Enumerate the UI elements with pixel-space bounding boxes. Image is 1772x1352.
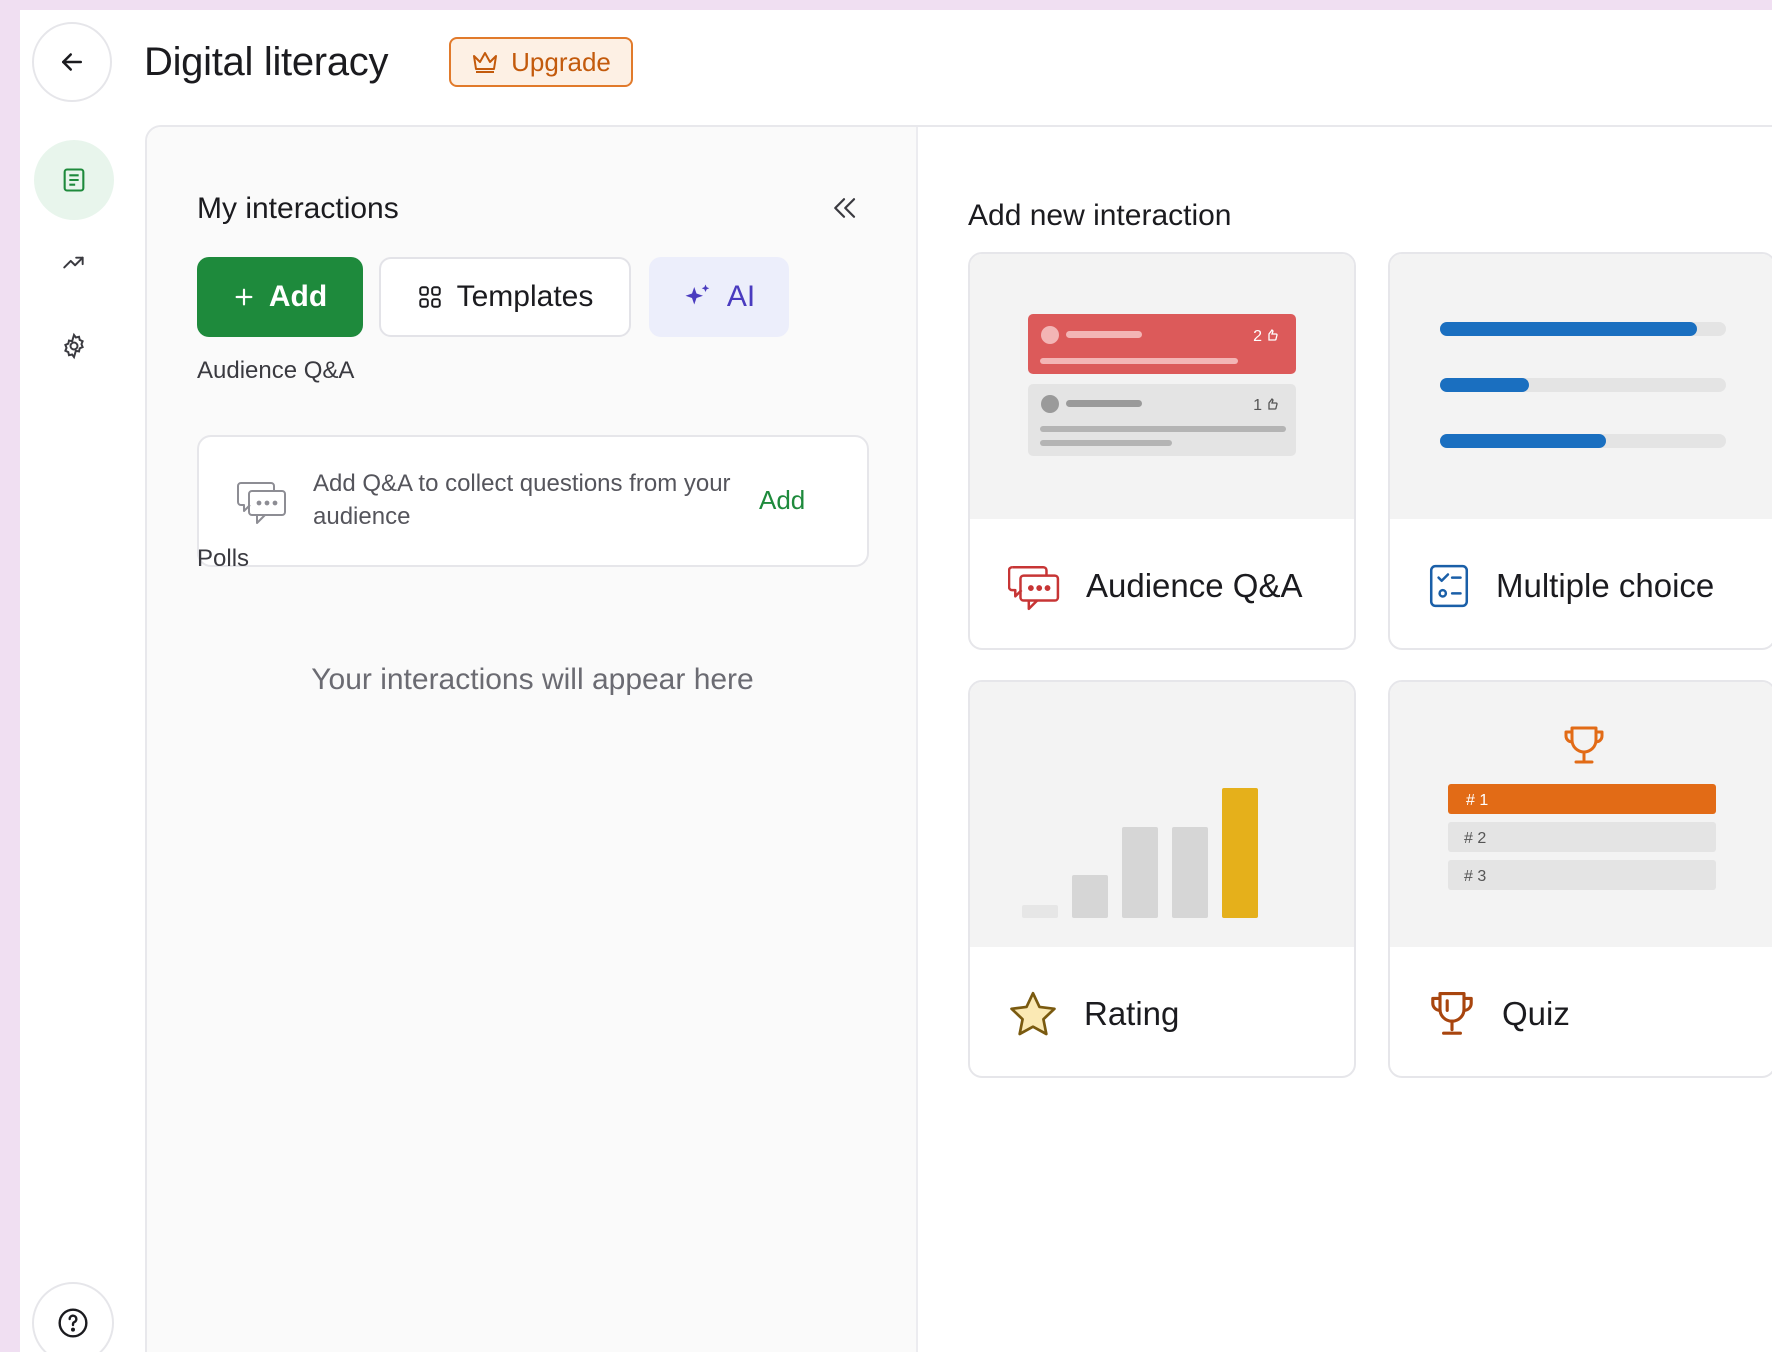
- templates-button[interactable]: Templates: [379, 257, 631, 337]
- sparkle-icon: [685, 284, 710, 305]
- star-icon: [1010, 991, 1056, 1035]
- quiz-rank-3: # 3: [1464, 868, 1486, 885]
- quiz-preview: # 1 # 2 # 3: [1390, 682, 1772, 947]
- app-window: Digital literacy Upgrade My interactions…: [20, 10, 1772, 1352]
- section-label-polls: Polls: [197, 545, 250, 572]
- qa-card-text: Add Q&A to collect questions from your a…: [313, 470, 731, 530]
- empty-state-text: Your interactions will appear here: [311, 663, 754, 696]
- question-icon: [58, 1308, 88, 1338]
- type-card-footer: Audience Q&A: [970, 519, 1354, 648]
- ai-button[interactable]: AI: [649, 257, 789, 337]
- type-card-quiz[interactable]: # 1 # 2 # 3 Quiz: [1388, 680, 1772, 1078]
- quiz-preview-graphic: # 1 # 2 # 3: [1448, 726, 1716, 890]
- mc-bar: [1440, 378, 1529, 392]
- rating-bar: [1022, 905, 1058, 918]
- content-icon: [63, 168, 85, 192]
- quiz-rank-1: # 1: [1466, 792, 1488, 809]
- type-card-rating[interactable]: Rating: [968, 680, 1356, 1078]
- qa-add-card: Add Q&A to collect questions from your a…: [197, 435, 869, 567]
- editor-frame: My interactions Add Templates AI Audienc…: [145, 125, 1772, 1352]
- type-card-footer: Quiz: [1390, 947, 1772, 1076]
- qa-vote-count-2: 1: [1253, 397, 1262, 414]
- arrow-left-icon: [62, 53, 82, 71]
- add-label: Add: [268, 280, 328, 313]
- type-card-multiple-choice[interactable]: Multiple choice: [1388, 252, 1772, 650]
- back-button[interactable]: [32, 22, 112, 102]
- type-label: Multiple choice: [1496, 566, 1715, 604]
- type-label: Quiz: [1502, 994, 1570, 1032]
- upgrade-button[interactable]: Upgrade: [449, 37, 633, 87]
- chevrons-left-icon: [834, 198, 856, 218]
- trophy-icon: [1564, 726, 1604, 764]
- qa-preview-graphic: 2 1: [1028, 314, 1296, 456]
- mc-bar: [1440, 434, 1606, 448]
- gear-icon: [64, 332, 84, 360]
- plus-icon: [235, 288, 253, 306]
- add-new-title: Add new interaction: [968, 199, 1232, 232]
- rating-bar: [1122, 827, 1158, 918]
- crown-icon: [473, 52, 498, 73]
- rating-bar: [1172, 827, 1208, 918]
- rating-bar: [1222, 788, 1258, 918]
- chat-bubble-icon: [237, 477, 287, 530]
- trophy-icon: [1431, 991, 1473, 1035]
- rail-item-results[interactable]: [34, 222, 114, 302]
- multiple-choice-preview-graphic: [1440, 322, 1726, 448]
- collapse-panel-button[interactable]: [819, 183, 869, 233]
- rating-preview-graphic: [1022, 788, 1258, 918]
- rail-item-content[interactable]: [34, 140, 114, 220]
- type-label: Rating: [1084, 994, 1180, 1032]
- type-card-audience-qa[interactable]: 2 1 Audience Q&A: [968, 252, 1356, 650]
- add-interaction-button[interactable]: Add: [197, 257, 363, 337]
- help-button[interactable]: [32, 1282, 114, 1352]
- page-title: Digital literacy: [144, 40, 389, 84]
- grid-icon: [418, 286, 441, 308]
- upgrade-label: Upgrade: [511, 46, 611, 77]
- qa-vote-count-1: 2: [1253, 328, 1262, 345]
- type-card-footer: Rating: [970, 947, 1354, 1076]
- chat-bubble-icon: [1008, 565, 1060, 610]
- qa-preview: 2 1: [970, 254, 1354, 519]
- ai-label: AI: [726, 280, 756, 313]
- rail-item-settings[interactable]: [34, 306, 114, 386]
- rating-bar: [1072, 875, 1108, 918]
- templates-label: Templates: [456, 280, 594, 313]
- checklist-icon: [1429, 564, 1469, 607]
- panel-title: My interactions: [197, 192, 399, 225]
- type-card-footer: Multiple choice: [1390, 519, 1772, 648]
- quiz-rank-2: # 2: [1464, 830, 1486, 847]
- trend-up-icon: [63, 256, 84, 269]
- type-label: Audience Q&A: [1086, 566, 1303, 604]
- multiple-choice-preview: [1390, 254, 1772, 519]
- section-label-qa: Audience Q&A: [197, 357, 355, 384]
- qa-add-link[interactable]: Add: [759, 485, 805, 516]
- mc-bar: [1440, 322, 1697, 336]
- rating-preview: [970, 682, 1354, 947]
- interactions-panel: My interactions Add Templates AI Audienc…: [147, 127, 918, 1352]
